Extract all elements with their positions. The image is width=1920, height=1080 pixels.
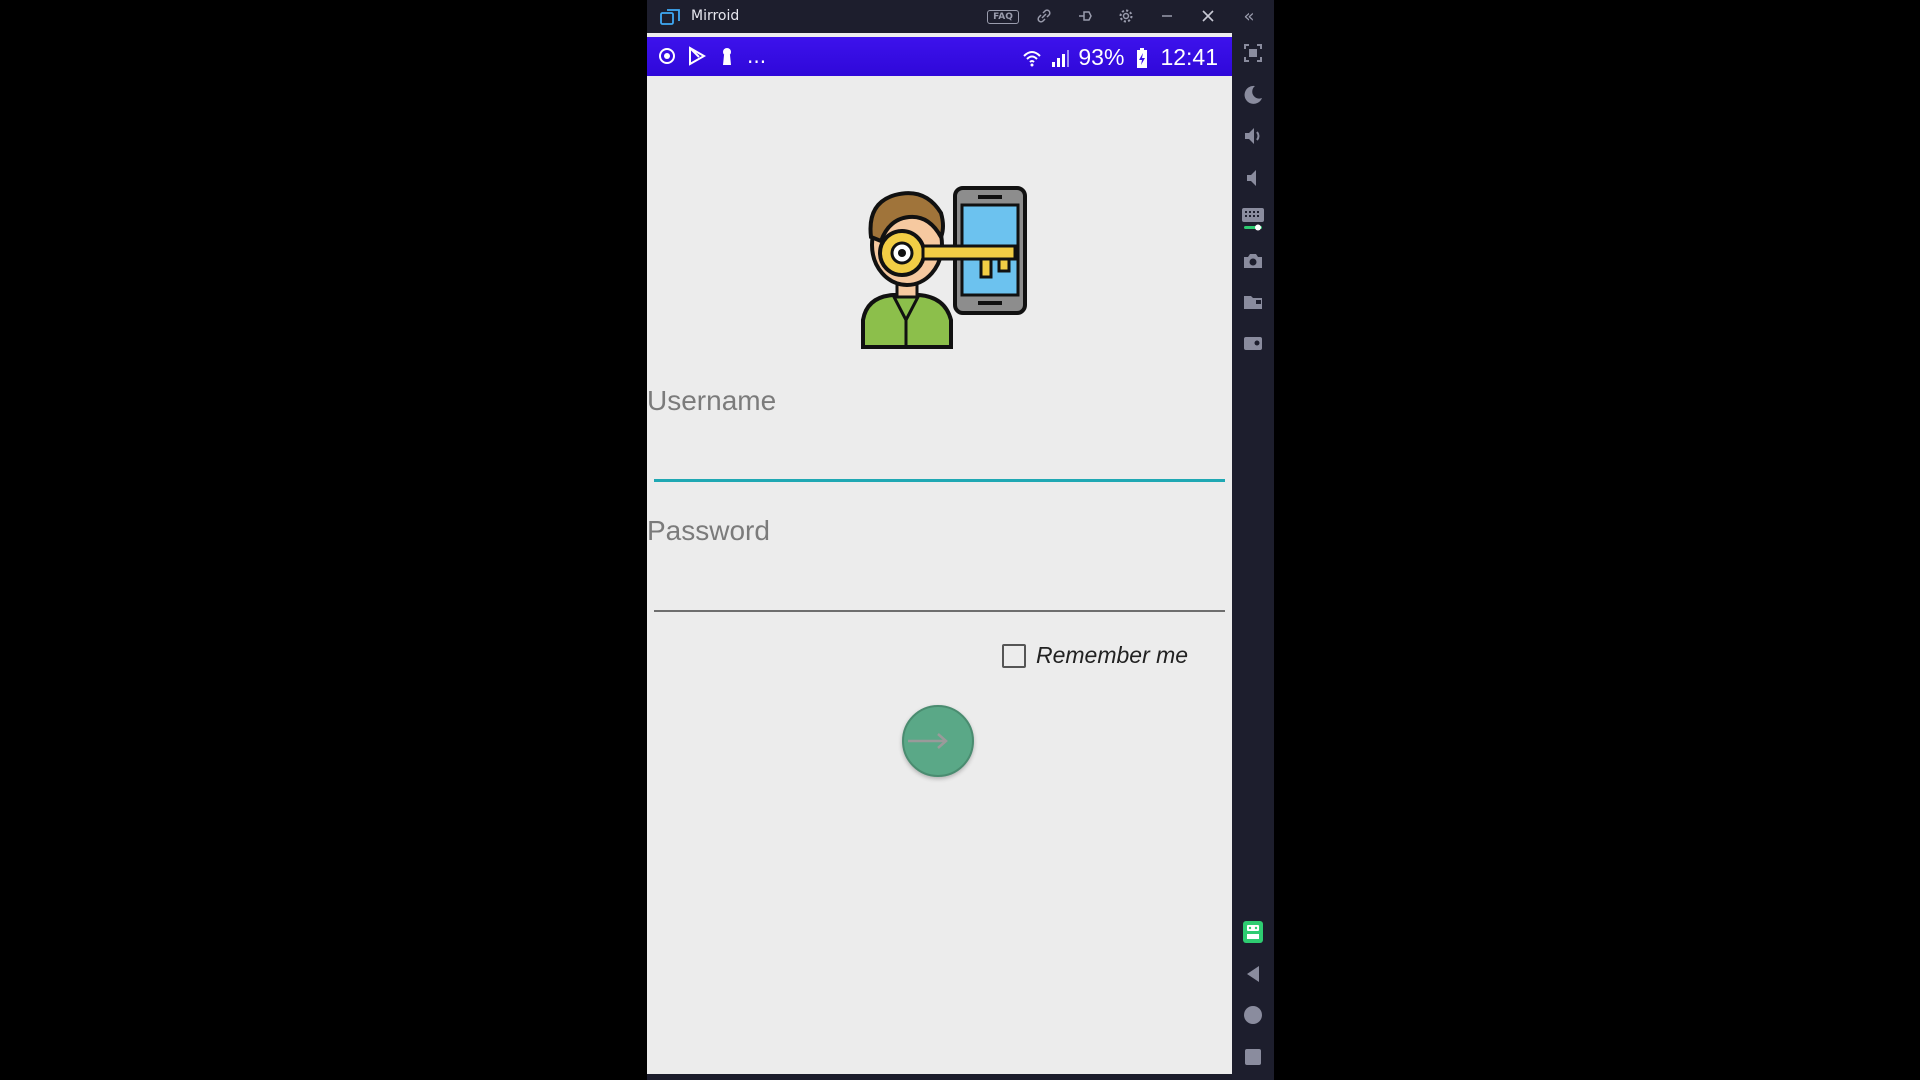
keyhole-icon [717, 45, 737, 67]
fullscreen-icon [1244, 44, 1262, 62]
back-icon [1247, 966, 1259, 982]
volume-up-icon [1245, 128, 1260, 144]
android-status-bar: ... 93% 12:41 [647, 37, 1232, 76]
clock: 12:41 [1160, 44, 1218, 70]
dark-mode-icon [1244, 85, 1262, 104]
sync-icon [657, 45, 677, 67]
mirroid-logo-icon [660, 9, 680, 25]
close-button[interactable] [1198, 6, 1218, 26]
link-icon [1037, 9, 1051, 23]
folder-button[interactable] [1240, 289, 1266, 315]
recents-button[interactable] [1240, 1044, 1266, 1070]
back-button[interactable] [1240, 961, 1266, 987]
username-field-label[interactable]: Username [647, 385, 776, 417]
mirroid-window: Mirroid FAQ « ... 93% 12:41 Username Pas… [647, 0, 1274, 1080]
wifi-icon [1022, 47, 1042, 69]
ai-assistant-button[interactable] [1240, 919, 1266, 945]
arrow-right-icon [908, 733, 948, 749]
collapse-sidebar-button[interactable]: « [1239, 5, 1259, 27]
remember-me-checkbox[interactable] [1002, 643, 1026, 668]
battery-charging-icon [1132, 47, 1152, 69]
collapse-icon: « [1243, 5, 1255, 27]
phone-screen: ... 93% 12:41 Username Password Remember… [647, 33, 1232, 1074]
keyboard-mapping-button[interactable] [1240, 206, 1266, 232]
settings-icon [1119, 9, 1133, 23]
battery-percentage: 93% [1078, 44, 1125, 70]
pin-icon [1079, 11, 1092, 21]
mirroid-side-toolbar [1232, 33, 1274, 1080]
screenshot-icon [1244, 254, 1262, 268]
folder-icon [1244, 296, 1262, 309]
play-store-icon [687, 45, 707, 67]
signal-icon [1050, 47, 1070, 69]
username-input-underline[interactable] [654, 479, 1225, 482]
home-icon [1244, 1006, 1262, 1024]
volume-up-button[interactable] [1240, 123, 1266, 149]
close-icon [1202, 10, 1214, 22]
app-title: Mirroid [691, 8, 740, 24]
link-button[interactable] [1034, 6, 1054, 26]
dark-mode-button[interactable] [1240, 82, 1266, 108]
remember-me-label[interactable]: Remember me [1036, 642, 1188, 669]
settings-button[interactable] [1116, 6, 1136, 26]
minimize-button[interactable] [1157, 6, 1177, 26]
volume-down-icon [1247, 170, 1256, 186]
pin-button[interactable] [1075, 6, 1095, 26]
faq-button[interactable]: FAQ [987, 10, 1019, 24]
screen-record-button[interactable] [1240, 330, 1266, 356]
minimize-icon [1162, 15, 1172, 17]
password-input-underline[interactable] [654, 610, 1225, 612]
screen-record-icon [1244, 337, 1262, 350]
login-button[interactable] [902, 705, 974, 777]
screenshot-button[interactable] [1240, 248, 1266, 274]
fullscreen-button[interactable] [1240, 40, 1266, 66]
home-button[interactable] [1240, 1002, 1266, 1028]
volume-down-button[interactable] [1240, 165, 1266, 191]
title-bar: Mirroid FAQ « [647, 0, 1274, 33]
remember-me-row[interactable]: Remember me [1002, 642, 1188, 669]
keyboard-mapping-icon [1242, 208, 1264, 231]
ai-assistant-icon [1243, 921, 1263, 943]
recents-icon [1245, 1049, 1261, 1065]
password-field-label[interactable]: Password [647, 515, 770, 547]
more-notifications: ... [747, 44, 767, 68]
person-with-key-and-phone-icon [861, 186, 1027, 349]
